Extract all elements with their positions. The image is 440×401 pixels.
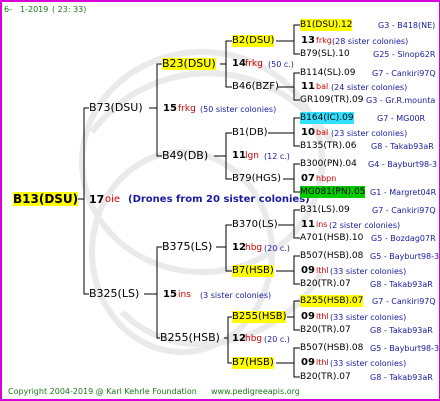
website-link[interactable]: www.pedigreeapis.org	[211, 386, 300, 398]
gen4-breed: G7 - MG00R	[377, 114, 426, 123]
gen2-b-sisters: (12 c.)	[264, 152, 290, 161]
gen3-g-year: 09	[301, 311, 315, 322]
gen1-bot-sisters: (3 sister colonies)	[200, 291, 272, 300]
root-drone-note: (Drones from 20 sister colonies)	[128, 194, 310, 205]
gen3-e-year: 11	[301, 219, 315, 230]
gen3-f-sisters: (33 sister colonies)	[330, 267, 407, 276]
gen2-c-name[interactable]: B375(LS)	[162, 241, 212, 253]
gen4-name[interactable]: B507(HSB).08	[300, 342, 363, 354]
gen2-d-year: 12	[232, 333, 246, 344]
gen3-f-source: lthl	[316, 266, 329, 275]
gen4-breed: G3 - Gr.R.mounta	[366, 96, 436, 105]
gen4-name[interactable]: B20(TR).07	[300, 278, 351, 290]
gen4-name[interactable]: B300(PN).04	[300, 158, 357, 170]
gen2-a-source: frkg	[245, 59, 263, 69]
gen4-name[interactable]: B31(LS).09	[300, 204, 350, 216]
gen3-a-name[interactable]: B2(DSU)	[232, 35, 275, 47]
gen3-h-source: lthl	[316, 358, 329, 367]
gen2-c-sisters: (20 c.)	[264, 244, 290, 253]
gen2-c-year: 12	[232, 242, 246, 253]
gen4-breed: G1 - Margret04R	[370, 188, 437, 197]
gen4-breed: G5 - Bozdag07R	[371, 234, 436, 243]
gen2-a-year: 14	[232, 58, 246, 69]
gen4-name[interactable]: B164(IC).09	[300, 112, 354, 124]
gen3-b-sisters: (24 sister colonies)	[331, 83, 408, 92]
gen4-name[interactable]: B255(HSB).07	[300, 295, 364, 307]
gen4-breed: G5 - Bayburt98-3	[370, 252, 440, 261]
gen3-a-year: 13	[301, 35, 315, 46]
gen3-b-year: 11	[301, 81, 315, 92]
gen3-h-name[interactable]: B7(HSB)	[232, 357, 274, 369]
gen4-name[interactable]: MG081(PN).05	[300, 186, 366, 198]
gen4-name[interactable]: B114(SL).09	[300, 67, 355, 79]
gen3-a-sisters: (28 sister colonies)	[332, 37, 409, 46]
gen2-d-source: hbg	[245, 334, 263, 344]
gen3-f-year: 09	[301, 265, 315, 276]
root-source: oie	[105, 194, 121, 205]
gen4-name[interactable]: B507(HSB).08	[300, 250, 363, 262]
gen2-d-sisters: (20 c.)	[264, 335, 290, 344]
gen4-breed: G4 - Bayburt98-3	[368, 160, 438, 169]
gen4-name[interactable]: B20(TR).07	[300, 324, 351, 336]
gen1-top-year: 15	[163, 103, 177, 114]
gen3-a-source: frkg	[316, 36, 332, 45]
gen4-breed: G7 - Cankiri97Q	[372, 206, 436, 215]
gen3-g-source: lthl	[316, 312, 329, 321]
gen3-c-name[interactable]: B1(DB)	[232, 127, 268, 139]
gen3-c-year: 10	[301, 127, 315, 138]
gen2-b-name[interactable]: B49(DB)	[162, 150, 208, 162]
pedigree-frame: 6- 1-2019 ( 23: 33) B13(DSU) 17 oie (Dro…	[0, 0, 440, 401]
gen1-top-sisters: (50 sister colonies)	[200, 105, 277, 114]
root-year: 17	[89, 193, 105, 206]
gen3-d-source: hbpn	[316, 174, 337, 183]
gen2-c-source: hbg	[245, 243, 263, 253]
gen1-top-name[interactable]: B73(DSU)	[89, 102, 143, 114]
gen2-d-name[interactable]: B255(HSB)	[160, 332, 220, 344]
gen3-g-name[interactable]: B255(HSB)	[232, 311, 287, 323]
gen3-d-year: 07	[301, 173, 315, 184]
gen3-b-name[interactable]: B46(BZF)	[232, 81, 279, 93]
gen3-d-name[interactable]: B79(HGS)	[232, 173, 281, 185]
gen4-breed: G8 - Takab93aR	[371, 142, 434, 151]
gen3-e-sisters: (2 sister colonies)	[329, 221, 401, 230]
gen2-b-year: 11	[232, 150, 246, 161]
gen4-breed: G3 - B418(NE)	[378, 21, 436, 30]
gen4-breed: G8 - Takab93aR	[370, 373, 433, 382]
gen3-g-sisters: (33 sister colonies)	[330, 313, 407, 322]
gen1-bot-source: ins	[178, 290, 191, 300]
gen3-b-source: bal	[316, 82, 329, 91]
gen4-name[interactable]: B79(SL).10	[300, 48, 350, 60]
gen4-name[interactable]: GR109(TR).09	[300, 94, 364, 106]
gen4-name[interactable]: B135(TR).06	[300, 140, 356, 152]
gen2-a-name[interactable]: B23(DSU)	[162, 58, 216, 70]
copyright-text: Copyright 2004-2019 @ Karl Kehrle Founda…	[8, 387, 197, 396]
gen3-e-name[interactable]: B370(LS)	[232, 219, 278, 231]
root-queen-name[interactable]: B13(DSU)	[13, 192, 79, 206]
gen1-bot-year: 15	[163, 289, 177, 300]
gen4-name[interactable]: B1(DSU).12	[300, 19, 353, 31]
gen4-breed: G8 - Takab93aR	[370, 280, 433, 289]
gen2-a-sisters: (50 c.)	[268, 60, 294, 69]
gen3-f-name[interactable]: B7(HSB)	[232, 265, 274, 277]
gen4-breed: G7 - Cankiri97Q	[372, 297, 436, 306]
gen4-breed: G5 - Bayburt98-3	[370, 344, 440, 353]
gen2-b-source: lgn	[245, 151, 259, 161]
gen4-breed: G25 - Sinop62R	[373, 50, 436, 59]
gen3-c-source: bal	[316, 128, 329, 137]
gen4-name[interactable]: B20(TR).07	[300, 371, 351, 383]
gen1-bot-name[interactable]: B325(LS)	[89, 288, 139, 300]
gen3-e-source: ins	[316, 220, 328, 229]
gen3-c-sisters: (23 sister colonies)	[331, 129, 408, 138]
gen1-top-source: frkg	[178, 104, 196, 114]
gen4-name[interactable]: A701(HSB).10	[300, 232, 363, 244]
gen3-h-year: 09	[301, 357, 315, 368]
gen4-breed: G7 - Cankiri97Q	[372, 69, 436, 78]
gen3-h-sisters: (33 sister colonies)	[330, 359, 407, 368]
gen4-breed: G8 - Takab93aR	[370, 326, 433, 335]
